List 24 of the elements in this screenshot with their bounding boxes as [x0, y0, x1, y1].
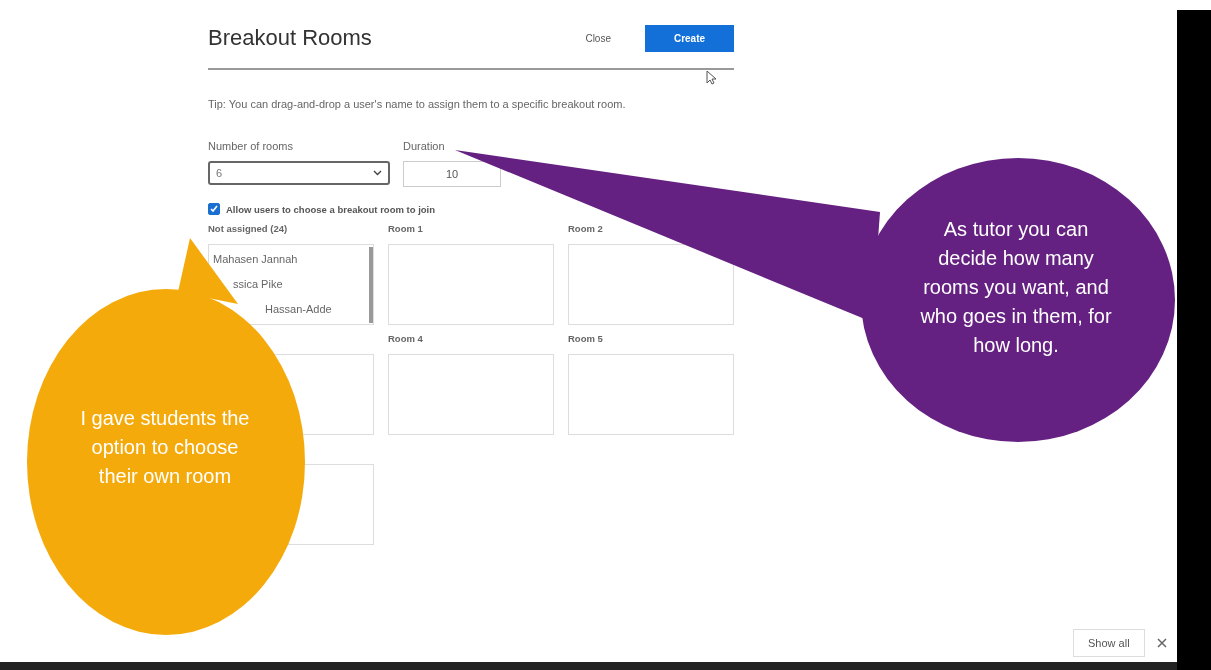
field-label: Duration — [403, 140, 446, 152]
scrollbar[interactable] — [369, 247, 373, 323]
room-label: Room 5 — [568, 333, 603, 344]
checkbox-label: Allow users to choose a breakout room to join — [226, 203, 436, 215]
room-label: Room 2 — [568, 223, 603, 234]
show-all-button[interactable]: Show all — [1073, 629, 1145, 657]
user-name[interactable]: Mahasen Jannah — [213, 247, 298, 272]
rooms-dropdown[interactable]: 6 — [208, 161, 390, 185]
create-button[interactable]: Create — [645, 24, 734, 52]
field-label: Number of rooms — [208, 140, 294, 152]
callout-text: As tutor you can decide how many rooms you want, and who goes in them, for how long. — [919, 217, 1113, 358]
callout-text: I gave students the option to choose their own room — [80, 406, 250, 489]
user-name[interactable]: Hassan-Adde — [265, 297, 332, 322]
room-label: Room 1 — [388, 223, 423, 234]
dialog-title: Breakout Rooms — [208, 25, 373, 51]
close-button[interactable]: Close — [577, 28, 619, 48]
close-icon[interactable] — [1156, 638, 1167, 648]
room-label: Room 4 — [388, 333, 423, 344]
checkbox[interactable] — [208, 203, 220, 215]
tip-text: Tip: You can drag-and-drop a user's name to assign them to a specific breakout room. — [208, 98, 627, 110]
cursor-icon — [706, 70, 717, 85]
room-label: Not assigned (24) — [208, 223, 288, 234]
chevron-icon — [373, 170, 382, 176]
user-name[interactable]: ssica Pike — [233, 272, 283, 297]
